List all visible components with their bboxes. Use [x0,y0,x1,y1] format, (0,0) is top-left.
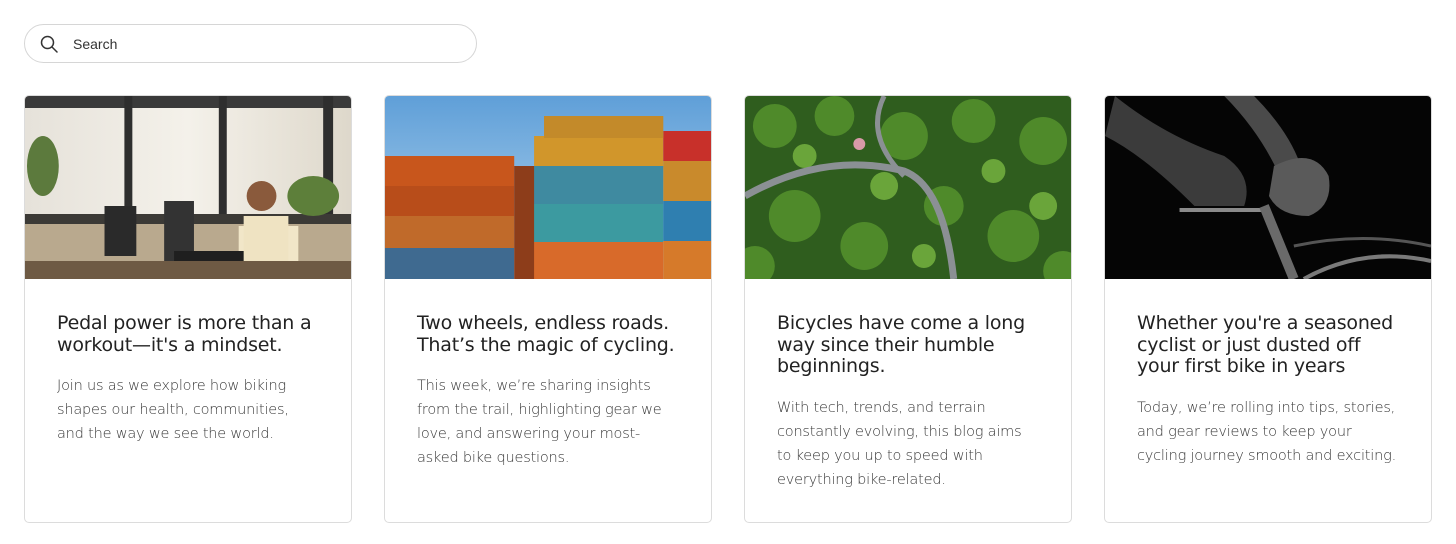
card-text: Join us as we explore how biking shapes … [57,378,289,442]
blog-card[interactable]: Pedal power is more than a workout—it's … [24,95,352,523]
card-title: Pedal power is more than a workout—it's … [57,312,312,356]
card-text: This week, we’re sharing insights from t… [417,378,662,466]
card-title: Two wheels, endless roads. That’s the ma… [417,312,675,356]
aerial-forest-photo [745,96,1071,279]
office-worker-photo [25,96,351,279]
card-title: Bicycles have come a long way since thei… [777,312,1026,377]
card-title: Whether you're a seasoned cyclist or jus… [1137,312,1394,377]
blog-card[interactable]: Whether you're a seasoned cyclist or jus… [1104,95,1432,523]
search-bar[interactable] [24,24,477,63]
cyclist-photo [1105,96,1431,279]
blog-card[interactable]: Bicycles have come a long way since thei… [744,95,1072,523]
search-icon [40,35,58,53]
card-text: With tech, trends, and terrain constantl… [777,399,1022,488]
search-input[interactable] [73,35,433,52]
blog-card[interactable]: Two wheels, endless roads. That’s the ma… [384,95,712,523]
shipping-containers-photo [385,96,711,279]
card-text: Today, we’re rolling into tips, stories,… [1137,399,1396,464]
